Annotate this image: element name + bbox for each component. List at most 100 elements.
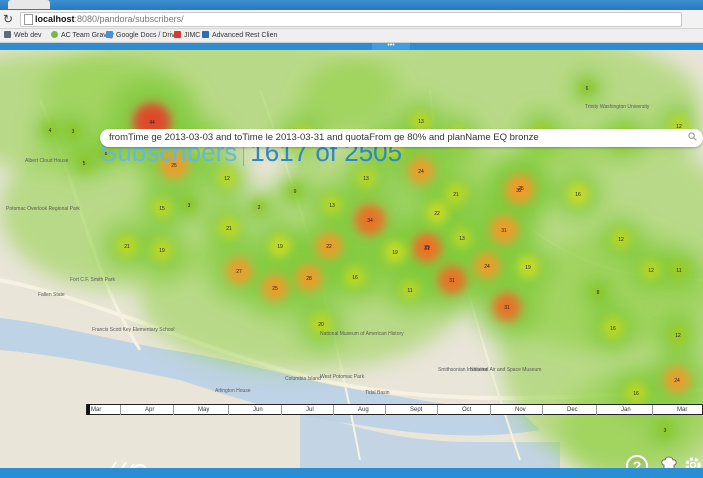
cluster-count-label: 13 (459, 236, 465, 242)
timeline-tick (596, 405, 597, 415)
cluster-count-label: 19 (277, 244, 283, 250)
place-label: Albert Cloud House (25, 158, 69, 164)
timeline-tick (333, 405, 334, 415)
cluster-count-label: 25 (272, 286, 278, 292)
cluster-count-label: 24 (674, 378, 680, 384)
timeline-tick (228, 405, 229, 415)
timeline-handle[interactable] (87, 404, 90, 415)
timeline-month-label: Sept (410, 407, 423, 413)
bookmarks-bar: Web dev AC Team Gravity Google Docs / Dr… (0, 29, 703, 43)
cluster-count-label: 27 (236, 269, 242, 275)
place-label: Fallen State (38, 292, 65, 298)
search-icon[interactable] (688, 132, 697, 141)
browser-tab[interactable] (8, 0, 50, 9)
query-input[interactable]: fromTime ge 2013-03-03 and toTime le 201… (109, 129, 539, 147)
cluster-count-label: 19 (525, 265, 531, 271)
reload-icon[interactable]: ↻ (3, 11, 13, 27)
address-bar[interactable]: localhost:8080/pandora/subscribers/ (20, 12, 682, 27)
cluster-count-label: 16 (352, 275, 358, 281)
app-top-bar (0, 43, 703, 50)
timeline-month-label: May (198, 407, 210, 413)
place-label: National Air and Space Museum (470, 367, 541, 373)
cluster-count-label: 13 (329, 203, 335, 209)
place-label: Trinity Washington University (585, 104, 650, 110)
cluster-count-label: 16 (633, 391, 639, 397)
timeline-tick (542, 405, 543, 415)
timeline-tick (652, 405, 653, 415)
place-label: National Museum of American History (320, 331, 404, 337)
cluster-count-label: 20 (318, 322, 324, 328)
timeline-month-label: Mar (677, 407, 688, 413)
timeline-month-label: Oct (462, 407, 472, 413)
timeline-month-label: Jun (253, 407, 263, 413)
cluster-count-label: 11 (407, 288, 412, 294)
cluster-count-label: 3 (664, 428, 667, 434)
cluster-count-label: 21 (453, 192, 459, 198)
cluster-count-label: 31 (424, 246, 430, 252)
cluster-count-label: 21 (124, 244, 130, 250)
place-label: Arlington House (215, 388, 251, 394)
cluster-count-label: 16 (575, 192, 581, 198)
cluster-count-label: 3 (188, 203, 191, 209)
browser-title-bar (0, 0, 703, 10)
timeline-month-label: Dec (567, 407, 578, 413)
browser-toolbar: ↻ localhost:8080/pandora/subscribers/ (0, 10, 703, 29)
cluster-count-label: 4 (49, 128, 52, 134)
timeline-tick (385, 405, 386, 415)
timeline-month-label: Aug (358, 407, 369, 413)
cluster-count-label: 21 (226, 226, 232, 232)
cluster-count-label: 11 (676, 268, 681, 274)
bookmark-ac-team-gravity[interactable]: AC Team Gravity (51, 29, 114, 42)
cluster-count-label: 44 (149, 120, 155, 126)
timeline-month-label: Jul (306, 407, 314, 413)
timeline-tick (281, 405, 282, 415)
timeline-month-label: Nov (515, 407, 526, 413)
bookmark-google-docs[interactable]: Google Docs / Drive (106, 29, 179, 42)
cluster-count-label: 13 (418, 119, 424, 125)
cluster-count-label: 3 (72, 129, 75, 135)
place-label: Fort C.F. Smith Park (70, 277, 116, 283)
cluster-count-label: 2 (258, 205, 261, 211)
timeline-tick (173, 405, 174, 415)
bookmark-jimc[interactable]: JIMC (174, 29, 200, 42)
cluster-count-label: 31 (504, 305, 510, 311)
cluster-count-label: 19 (159, 248, 165, 254)
cluster-count-label: 19 (392, 250, 398, 256)
cluster-count-label: 22 (434, 211, 440, 217)
app-bottom-bar (0, 468, 703, 478)
cluster-count-label: 31 (501, 228, 507, 234)
cluster-count-label: 24 (484, 264, 490, 270)
cluster-count-label: 8 (597, 290, 600, 296)
timeline-tick (437, 405, 438, 415)
place-label: Potomac Overlook Regional Park (6, 206, 80, 212)
panel-toggle-handle[interactable]: ••• (372, 42, 410, 50)
cluster-count-label: 28 (306, 276, 312, 282)
timeline-month-label: Apr (145, 407, 155, 413)
cluster-count-label: 5 (83, 161, 86, 167)
cluster-count-label: 32 (516, 188, 522, 194)
cluster-count-label: 16 (610, 326, 616, 332)
date-timeline[interactable]: Mar Apr May Jun Jul Aug Sept Oct Nov Dec Jan Mar (86, 404, 703, 415)
cluster-count-label: 12 (224, 176, 230, 182)
cluster-count-label: 24 (418, 169, 424, 175)
bookmark-web-dev[interactable]: Web dev (4, 29, 42, 42)
place-label: West Potomac Park (320, 374, 365, 380)
page-icon (24, 14, 33, 25)
timeline-tick (490, 405, 491, 415)
place-label: Francis Scott Key Elementary School (92, 327, 175, 333)
url-text: localhost:8080/pandora/subscribers/ (35, 14, 184, 24)
query-search-bar[interactable]: fromTime ge 2013-03-03 and toTime le 201… (100, 129, 703, 147)
cluster-count-label: 34 (367, 218, 373, 224)
cluster-count-label: 12 (648, 268, 654, 274)
place-label: Columbia Island (285, 376, 321, 382)
cluster-count-label: 9 (294, 189, 297, 195)
cluster-count-label: 12 (618, 237, 624, 243)
cluster-count-label: 6 (586, 86, 589, 92)
cluster-count-label: 31 (449, 278, 455, 284)
timeline-month-label: Mar (91, 407, 102, 413)
timeline-tick (120, 405, 121, 415)
cluster-count-label: 13 (363, 176, 369, 182)
bookmark-advanced-rest-client[interactable]: Advanced Rest Clien (202, 29, 277, 42)
cluster-count-label: 12 (675, 333, 681, 339)
timeline-month-label: Jan (621, 407, 631, 413)
